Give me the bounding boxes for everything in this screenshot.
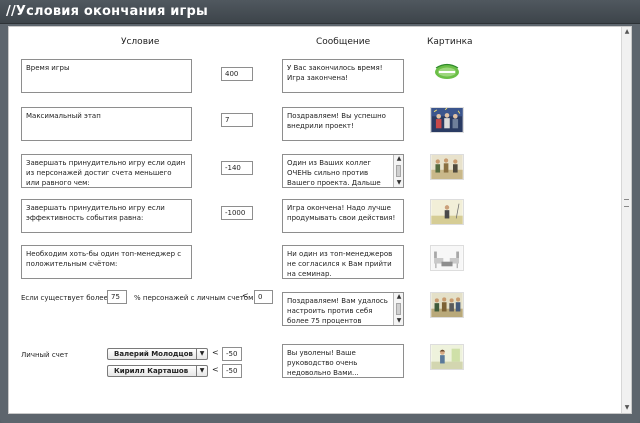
min-score-input[interactable]: -140 — [221, 161, 253, 175]
personal-score-input-2[interactable]: -50 — [222, 364, 242, 378]
message-field-game-time[interactable]: У Вас закончилось время! Игра закончена! — [282, 59, 404, 93]
less-than-sign: < — [242, 291, 249, 300]
less-than-sign: < — [212, 348, 219, 357]
message-scrollbar[interactable]: ▲ ▼ — [393, 293, 403, 325]
max-stage-input[interactable]: 7 — [221, 113, 253, 127]
conditions-panel: Условие Сообщение Картинка Время игры 40… — [8, 26, 632, 414]
window-title: //Условия окончания игры — [6, 4, 208, 19]
message-scrollbar[interactable]: ▲ ▼ — [393, 155, 403, 187]
message-field-event-efficiency[interactable]: Игра окончена! Надо лучше продумывать св… — [282, 199, 404, 233]
personal-score-input-1[interactable]: -50 — [222, 347, 242, 361]
scroll-up-icon[interactable]: ▲ — [395, 155, 403, 163]
personal-score-label: Личный счет — [21, 351, 69, 359]
lone-figure-image[interactable] — [430, 199, 464, 225]
condition-field-max-stage[interactable]: Максимальный этап — [21, 107, 192, 141]
title-bar: //Условия окончания игры — [0, 0, 640, 24]
scroll-down-icon[interactable]: ▼ — [622, 403, 632, 413]
team-celebration-icon — [431, 108, 463, 132]
message-text: Поздравляем! Вам удалось настроить проти… — [287, 297, 388, 325]
scroll-up-icon[interactable]: ▲ — [622, 27, 632, 37]
threshold-input[interactable]: 0 — [254, 290, 273, 304]
group-meeting-icon — [431, 293, 463, 317]
percent-condition-label: Если существует более — [21, 294, 108, 302]
person-select-2[interactable]: Кирилл Карташов ▼ — [107, 365, 208, 377]
empty-chairs-image[interactable] — [430, 245, 464, 271]
scroll-grip[interactable] — [624, 199, 629, 207]
group-meeting-image[interactable] — [430, 292, 464, 318]
game-time-input[interactable]: 400 — [221, 67, 253, 81]
person-select-value: Валерий Молодцов — [114, 350, 193, 358]
message-field-min-score[interactable]: Один из Ваших коллег ОЧЕНЬ сильно против… — [282, 154, 404, 188]
person-select-value: Кирилл Карташов — [114, 367, 189, 375]
chevron-down-icon[interactable]: ▼ — [196, 366, 207, 376]
person-select-1[interactable]: Валерий Молодцов ▼ — [107, 348, 208, 360]
condition-field-min-score[interactable]: Завершать принудительно игру если один и… — [21, 154, 192, 188]
people-arguing-image[interactable] — [430, 154, 464, 180]
message-column-header: Сообщение — [316, 37, 371, 47]
percent-input[interactable]: 75 — [107, 290, 127, 304]
percent-characters-label: % персонажей с личным счетом — [134, 294, 254, 302]
condition-field-top-manager[interactable]: Необходим хоть-бы один топ-менеджер с по… — [21, 245, 192, 279]
condition-field-event-efficiency[interactable]: Завершать принудительно игру если эффект… — [21, 199, 192, 233]
condition-field-game-time[interactable]: Время игры — [21, 59, 192, 93]
scroll-thumb[interactable] — [396, 165, 401, 177]
message-field-max-stage[interactable]: Поздравляем! Вы успешно внедрили проект! — [282, 107, 404, 141]
empty-chairs-icon — [431, 246, 463, 270]
message-text: Один из Ваших коллег ОЧЕНЬ сильно против… — [287, 159, 381, 187]
message-field-personal-score[interactable]: Вы уволены! Ваше руководство очень недов… — [282, 344, 404, 378]
event-efficiency-input[interactable]: -1000 — [221, 206, 253, 220]
office-woman-image[interactable] — [430, 344, 464, 370]
scroll-up-icon[interactable]: ▲ — [395, 293, 403, 301]
team-celebration-image[interactable] — [430, 107, 464, 133]
message-field-percent[interactable]: Поздравляем! Вам удалось настроить проти… — [282, 292, 404, 326]
condition-column-header: Условие — [121, 37, 160, 47]
panel-scrollbar[interactable]: ▲ ▼ — [621, 27, 631, 413]
chevron-down-icon[interactable]: ▼ — [196, 349, 207, 359]
game-end-conditions-window: //Условия окончания игры Условие Сообщен… — [0, 0, 640, 423]
green-logo-image[interactable] — [430, 59, 464, 85]
lone-figure-icon — [431, 200, 463, 224]
scroll-down-icon[interactable]: ▼ — [395, 317, 403, 325]
picture-column-header: Картинка — [427, 37, 473, 47]
green-logo-icon — [430, 59, 464, 85]
people-arguing-icon — [431, 155, 463, 179]
less-than-sign: < — [212, 365, 219, 374]
scroll-thumb[interactable] — [396, 303, 401, 315]
scroll-down-icon[interactable]: ▼ — [395, 179, 403, 187]
office-woman-icon — [431, 345, 463, 369]
message-field-top-manager[interactable]: Ни один из топ-менеджеров не согласился … — [282, 245, 404, 279]
